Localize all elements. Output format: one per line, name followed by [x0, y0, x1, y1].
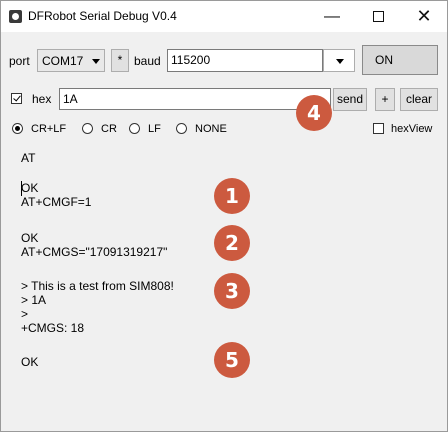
- port-select[interactable]: COM17: [37, 49, 105, 72]
- console-line: OK: [21, 355, 39, 369]
- add-button[interactable]: +: [375, 88, 395, 111]
- step-badge-5: 5: [214, 342, 250, 378]
- title-bar: DFRobot Serial Debug V0.4 — ✕: [1, 1, 447, 32]
- baud-input[interactable]: 115200: [167, 49, 323, 72]
- chevron-down-icon: [336, 59, 344, 64]
- step-badge-3: 3: [214, 273, 250, 309]
- minimize-icon: —: [324, 8, 340, 25]
- radio-lf-label: LF: [148, 123, 161, 135]
- console-line: +CMGS: 18: [21, 321, 85, 335]
- radio-crlf[interactable]: [12, 123, 23, 134]
- window-title: DFRobot Serial Debug V0.4: [28, 9, 177, 23]
- console-line: AT+CMGF=1: [21, 195, 92, 209]
- send-button[interactable]: send: [333, 88, 367, 111]
- baud-dropdown-button[interactable]: [323, 49, 355, 72]
- radio-none[interactable]: [176, 123, 187, 134]
- clear-button[interactable]: clear: [400, 88, 438, 111]
- baud-label: baud: [134, 54, 161, 68]
- hexview-checkbox[interactable]: [373, 123, 384, 134]
- app-window: DFRobot Serial Debug V0.4 — ✕ port COM17…: [0, 0, 448, 432]
- step-badge-4: 4: [296, 95, 332, 131]
- port-label: port: [9, 54, 30, 68]
- app-icon: [9, 10, 22, 23]
- hex-checkbox[interactable]: [11, 93, 22, 104]
- step-badge-1: 1: [214, 178, 250, 214]
- text-caret: [21, 181, 22, 196]
- console-line: AT: [21, 151, 36, 165]
- baud-value: 115200: [171, 53, 211, 67]
- radio-crlf-label: CR+LF: [31, 123, 67, 135]
- send-input-value: 1A: [63, 92, 78, 106]
- close-button[interactable]: ✕: [401, 1, 447, 32]
- console-line: > 1A: [21, 293, 47, 307]
- connect-toggle-label: ON: [375, 53, 393, 67]
- port-value: COM17: [42, 54, 84, 68]
- console-line: >: [21, 307, 29, 321]
- radio-lf[interactable]: [129, 123, 140, 134]
- refresh-ports-button[interactable]: *: [111, 49, 129, 72]
- maximize-button[interactable]: [355, 1, 401, 32]
- console-line: OK: [21, 231, 39, 245]
- send-input[interactable]: 1A: [59, 88, 331, 110]
- hexview-label: hexView: [391, 123, 433, 135]
- radio-cr-label: CR: [101, 123, 117, 135]
- connect-toggle-button[interactable]: ON: [362, 45, 438, 75]
- close-icon: ✕: [416, 6, 432, 26]
- minimize-button[interactable]: —: [309, 1, 355, 32]
- hex-label: hex: [32, 92, 52, 106]
- chevron-down-icon: [92, 59, 100, 64]
- radio-none-label: NONE: [195, 123, 227, 135]
- console-line: > This is a test from SIM808!: [21, 279, 174, 293]
- radio-cr[interactable]: [82, 123, 93, 134]
- console-line: AT+CMGS="17091319217": [21, 245, 168, 259]
- step-badge-2: 2: [214, 225, 250, 261]
- maximize-icon: [372, 11, 384, 23]
- console-line: OK: [21, 181, 39, 195]
